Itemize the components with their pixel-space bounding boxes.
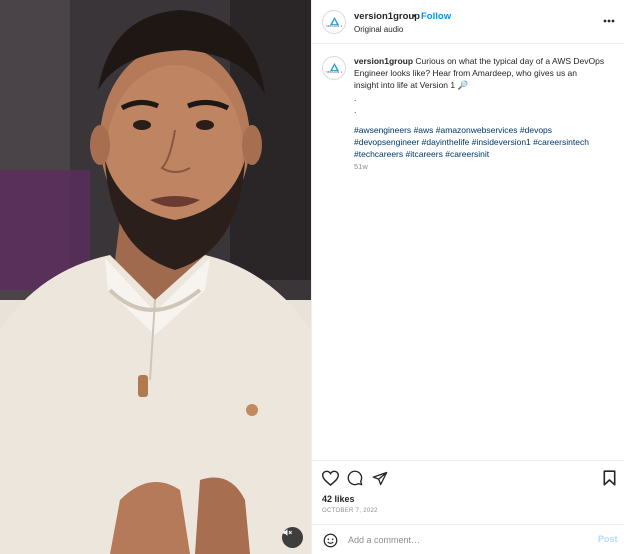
magnifier-emoji: 🔎	[457, 80, 469, 91]
speaker-muted-icon	[283, 529, 292, 536]
reel-video[interactable]	[0, 0, 311, 554]
avatar-logo-text: VERSION 1	[325, 69, 343, 74]
comment-button[interactable]	[346, 469, 364, 487]
bookmark-icon	[603, 470, 615, 486]
post-caption: version1group Curious on what the typica…	[354, 55, 616, 116]
audio-link[interactable]: Original audio	[354, 25, 403, 34]
follow-button[interactable]: Follow	[421, 11, 451, 22]
post-comment-button[interactable]: Post	[598, 534, 618, 544]
share-button[interactable]	[371, 469, 389, 487]
hashtag-link[interactable]: #dayinthelife	[422, 137, 470, 147]
hashtag-link[interactable]: #itcareers	[406, 149, 443, 159]
comment-bar: Post	[312, 524, 624, 554]
hashtag-list: #awsengineers #aws #amazonwebservices #d…	[354, 124, 616, 161]
post-side-panel: VERSION 1 version1group • Follow Origina…	[311, 0, 624, 554]
more-options-button[interactable]	[601, 14, 617, 28]
caption-username[interactable]: version1group	[354, 56, 413, 66]
post-date: OCTOBER 7, 2022	[322, 508, 378, 514]
caption-dot: .	[354, 104, 357, 115]
video-frame-illustration	[0, 0, 311, 554]
like-button[interactable]	[321, 469, 339, 487]
more-horizontal-icon	[603, 19, 615, 23]
emoji-button[interactable]	[322, 532, 338, 548]
action-bar	[312, 460, 624, 490]
hashtag-link[interactable]: #careersintech	[533, 137, 589, 147]
post-header: VERSION 1 version1group • Follow Origina…	[312, 0, 624, 44]
caption-text-line-1: Curious on what the typical day of a AWS…	[415, 56, 605, 66]
username-link[interactable]: version1group	[354, 11, 420, 22]
hashtag-link[interactable]: #careersinit	[445, 149, 489, 159]
hashtag-link[interactable]: #devops	[520, 125, 552, 135]
caption-text-line-3: insight into life at Version 1	[354, 80, 456, 91]
caption-dot: .	[354, 92, 357, 103]
post-age[interactable]: 51w	[354, 162, 368, 171]
like-count[interactable]: 42 likes	[322, 494, 355, 504]
hashtag-link[interactable]: #awsengineers	[354, 125, 411, 135]
caption-avatar[interactable]: VERSION 1	[322, 56, 346, 80]
hashtag-link[interactable]: #aws	[414, 125, 434, 135]
avatar-logo-text: VERSION 1	[325, 23, 343, 28]
comment-icon	[347, 470, 363, 486]
save-button[interactable]	[600, 469, 618, 487]
share-icon	[372, 471, 388, 485]
avatar[interactable]: VERSION 1	[322, 10, 346, 34]
comment-input[interactable]	[348, 532, 588, 548]
hashtag-link[interactable]: #devopsengineer	[354, 137, 419, 147]
hashtag-link[interactable]: #insideversion1	[472, 137, 531, 147]
hashtag-link[interactable]: #techcareers	[354, 149, 403, 159]
hashtag-link[interactable]: #amazonwebservices	[436, 125, 518, 135]
mute-button[interactable]	[282, 527, 303, 548]
separator-dot: •	[413, 11, 417, 22]
emoji-icon	[323, 533, 337, 547]
caption-text-line-2: Engineer looks like? Hear from Amardeep,…	[354, 68, 578, 79]
heart-icon	[321, 470, 339, 486]
